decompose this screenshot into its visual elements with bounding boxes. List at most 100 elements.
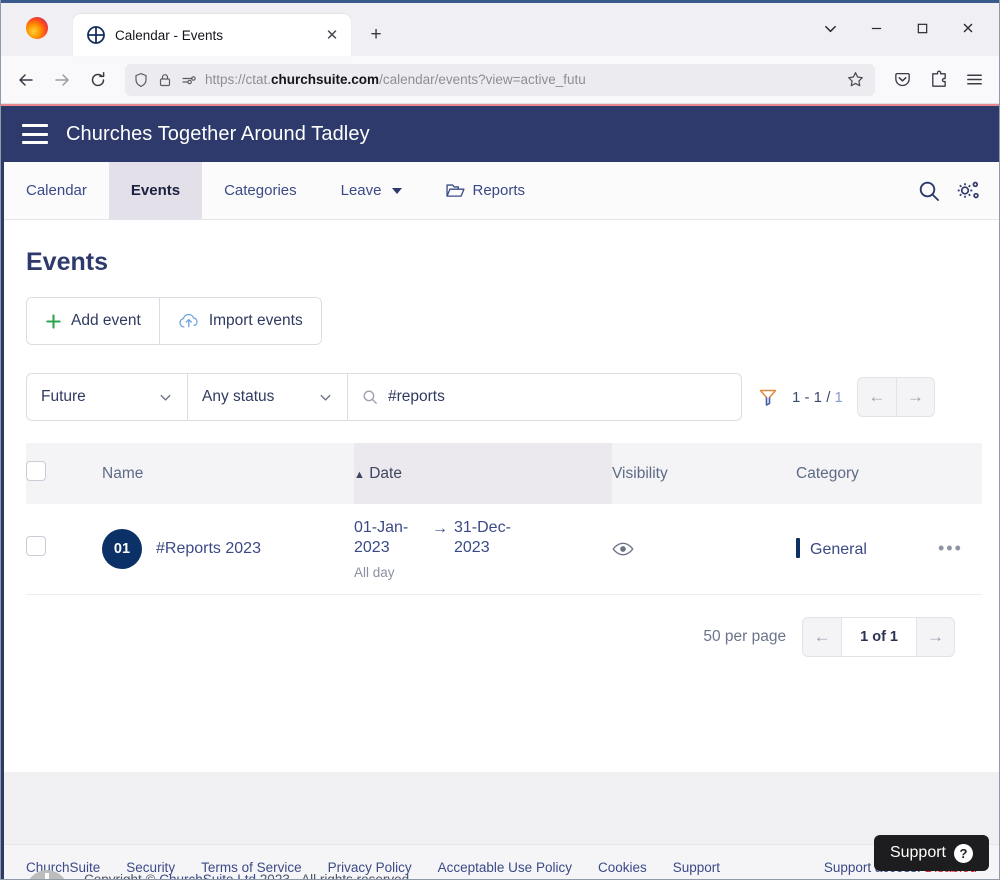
- add-event-label: Add event: [71, 312, 141, 329]
- folder-open-icon: [445, 183, 465, 198]
- browser-tab[interactable]: Calendar - Events ✕: [73, 14, 351, 56]
- category-label[interactable]: General: [810, 541, 867, 558]
- page-title: Events: [26, 248, 108, 276]
- bottom-pagination: ← 1 of 1 →: [802, 616, 955, 657]
- status-select[interactable]: Any status: [187, 374, 347, 420]
- footer-link-cookies[interactable]: Cookies: [598, 860, 647, 875]
- url-text[interactable]: https://ctat.churchsuite.com/calendar/ev…: [205, 72, 835, 87]
- prev-page-button[interactable]: ←: [803, 618, 841, 656]
- event-name-link[interactable]: #Reports 2023: [156, 539, 261, 559]
- search-input[interactable]: #reports: [347, 374, 741, 420]
- copyright-text: Copyright © ChurchSuite Ltd 2023 - All r…: [84, 870, 457, 879]
- tab-calendar[interactable]: Calendar: [4, 162, 109, 219]
- events-page: Events Add event Import events Future An…: [4, 220, 999, 780]
- date-range-select[interactable]: Future: [27, 374, 187, 420]
- row-select-cell: [26, 504, 102, 595]
- sort-ascending-icon: ▲: [354, 468, 365, 481]
- next-page-top-button[interactable]: →: [895, 378, 934, 416]
- permissions-icon[interactable]: [181, 72, 197, 88]
- menu-hamburger-icon[interactable]: [22, 124, 48, 144]
- minimize-window-icon[interactable]: [853, 0, 899, 56]
- tab-reports[interactable]: Reports: [424, 162, 548, 219]
- new-tab-button[interactable]: +: [359, 18, 393, 52]
- settings-gears-icon[interactable]: [955, 179, 981, 203]
- select-all-header: [26, 443, 102, 504]
- column-header-date[interactable]: ▲ Date: [354, 443, 612, 504]
- filter-funnel-icon[interactable]: [758, 387, 778, 407]
- select-all-checkbox[interactable]: [26, 461, 46, 481]
- pocket-icon[interactable]: [885, 63, 919, 97]
- import-events-label: Import events: [208, 312, 303, 329]
- close-window-icon[interactable]: [945, 0, 991, 56]
- search-value: #reports: [388, 388, 445, 405]
- column-header-name[interactable]: Name: [102, 443, 354, 504]
- browser-window: Calendar - Events ✕ + https://ctat.churc…: [0, 0, 1000, 880]
- tab-strip: Calendar - Events ✕ +: [1, 0, 999, 56]
- module-nav: Calendar Events Categories Leave Reports: [4, 162, 999, 220]
- column-header-visibility[interactable]: Visibility: [612, 443, 796, 504]
- support-widget-label: Support: [889, 844, 946, 861]
- footer-link-support[interactable]: Support: [673, 860, 720, 875]
- footer-link-acceptable-use[interactable]: Acceptable Use Policy: [438, 860, 572, 875]
- navigation-toolbar: https://ctat.churchsuite.com/calendar/ev…: [1, 56, 999, 104]
- copyright-suffix: 2023 - All rights reserved.: [256, 872, 413, 879]
- app-menu-icon[interactable]: [957, 63, 991, 97]
- maximize-window-icon[interactable]: [899, 0, 945, 56]
- organisation-title: Churches Together Around Tadley: [66, 122, 370, 145]
- toolbar-extras: [885, 63, 991, 97]
- import-events-button[interactable]: Import events: [158, 298, 321, 344]
- url-path: /calendar/events?view=active_futu: [379, 72, 586, 87]
- extensions-icon[interactable]: [921, 63, 955, 97]
- back-button[interactable]: [9, 63, 43, 97]
- search-icon: [362, 389, 378, 405]
- cloud-upload-icon: [178, 312, 200, 330]
- url-prefix: https://ctat.: [205, 72, 272, 87]
- tab-events-label: Events: [130, 182, 181, 199]
- forward-button[interactable]: [45, 63, 79, 97]
- next-page-button[interactable]: →: [916, 617, 954, 656]
- column-header-date-label: Date: [369, 464, 402, 482]
- current-page-label: 1 of 1: [841, 617, 916, 656]
- tab-leave-label: Leave: [340, 182, 382, 199]
- tab-leave[interactable]: Leave: [319, 162, 424, 219]
- question-mark-icon: ?: [954, 843, 973, 863]
- support-widget-button[interactable]: Support ?: [873, 835, 989, 871]
- list-all-tabs-icon[interactable]: [807, 0, 853, 56]
- event-end-date: 31-Dec-2023: [454, 519, 511, 557]
- table-row[interactable]: 01 #Reports 2023 01-Jan-2023 → 31-Dec-20…: [26, 504, 982, 595]
- churchsuite-app: Churches Together Around Tadley Calendar…: [1, 106, 999, 879]
- add-event-button[interactable]: Add event: [27, 298, 159, 344]
- row-checkbox[interactable]: [26, 536, 46, 557]
- eye-icon[interactable]: [612, 541, 796, 557]
- events-table: Name ▲ Date Visibility Category 01 #Repo…: [26, 443, 982, 595]
- shield-icon[interactable]: [133, 72, 149, 88]
- column-header-category[interactable]: Category: [796, 443, 982, 504]
- date-range-value: Future: [41, 388, 86, 405]
- reload-button[interactable]: [81, 63, 115, 97]
- bookmark-star-icon[interactable]: [843, 68, 867, 92]
- per-page-selector[interactable]: 50 per page: [703, 628, 786, 646]
- result-summary: 1 - 1 / 1 ← →: [758, 377, 935, 417]
- date-arrow-icon: →: [432, 520, 448, 537]
- page-actions: Add event Import events: [26, 297, 322, 345]
- copyright-line-1: Copyright © ChurchSuite Ltd 2023 - All r…: [84, 870, 457, 879]
- event-start-date: 01-Jan-2023: [354, 519, 409, 557]
- result-total: 1: [834, 388, 843, 406]
- row-actions-menu-icon[interactable]: •••: [938, 538, 963, 558]
- copyright-company-link[interactable]: ChurchSuite Ltd: [159, 872, 256, 879]
- search-icon[interactable]: [917, 179, 941, 203]
- close-tab-icon[interactable]: ✕: [321, 24, 343, 46]
- tab-events[interactable]: Events: [108, 162, 203, 219]
- tab-reports-label: Reports: [472, 182, 526, 199]
- plus-icon: [45, 313, 62, 330]
- chevron-down-icon: [158, 390, 173, 405]
- row-visibility-cell: [612, 504, 796, 595]
- result-separator: /: [826, 388, 831, 406]
- prev-page-top-button[interactable]: ←: [858, 378, 896, 416]
- bottom-pagination-row: 50 per page ← 1 of 1 →: [26, 595, 977, 657]
- module-nav-actions: [917, 162, 999, 219]
- result-count: 1 - 1 / 1: [792, 389, 843, 406]
- tab-categories[interactable]: Categories: [202, 162, 319, 219]
- lock-icon[interactable]: [157, 72, 173, 88]
- address-bar[interactable]: https://ctat.churchsuite.com/calendar/ev…: [125, 63, 875, 96]
